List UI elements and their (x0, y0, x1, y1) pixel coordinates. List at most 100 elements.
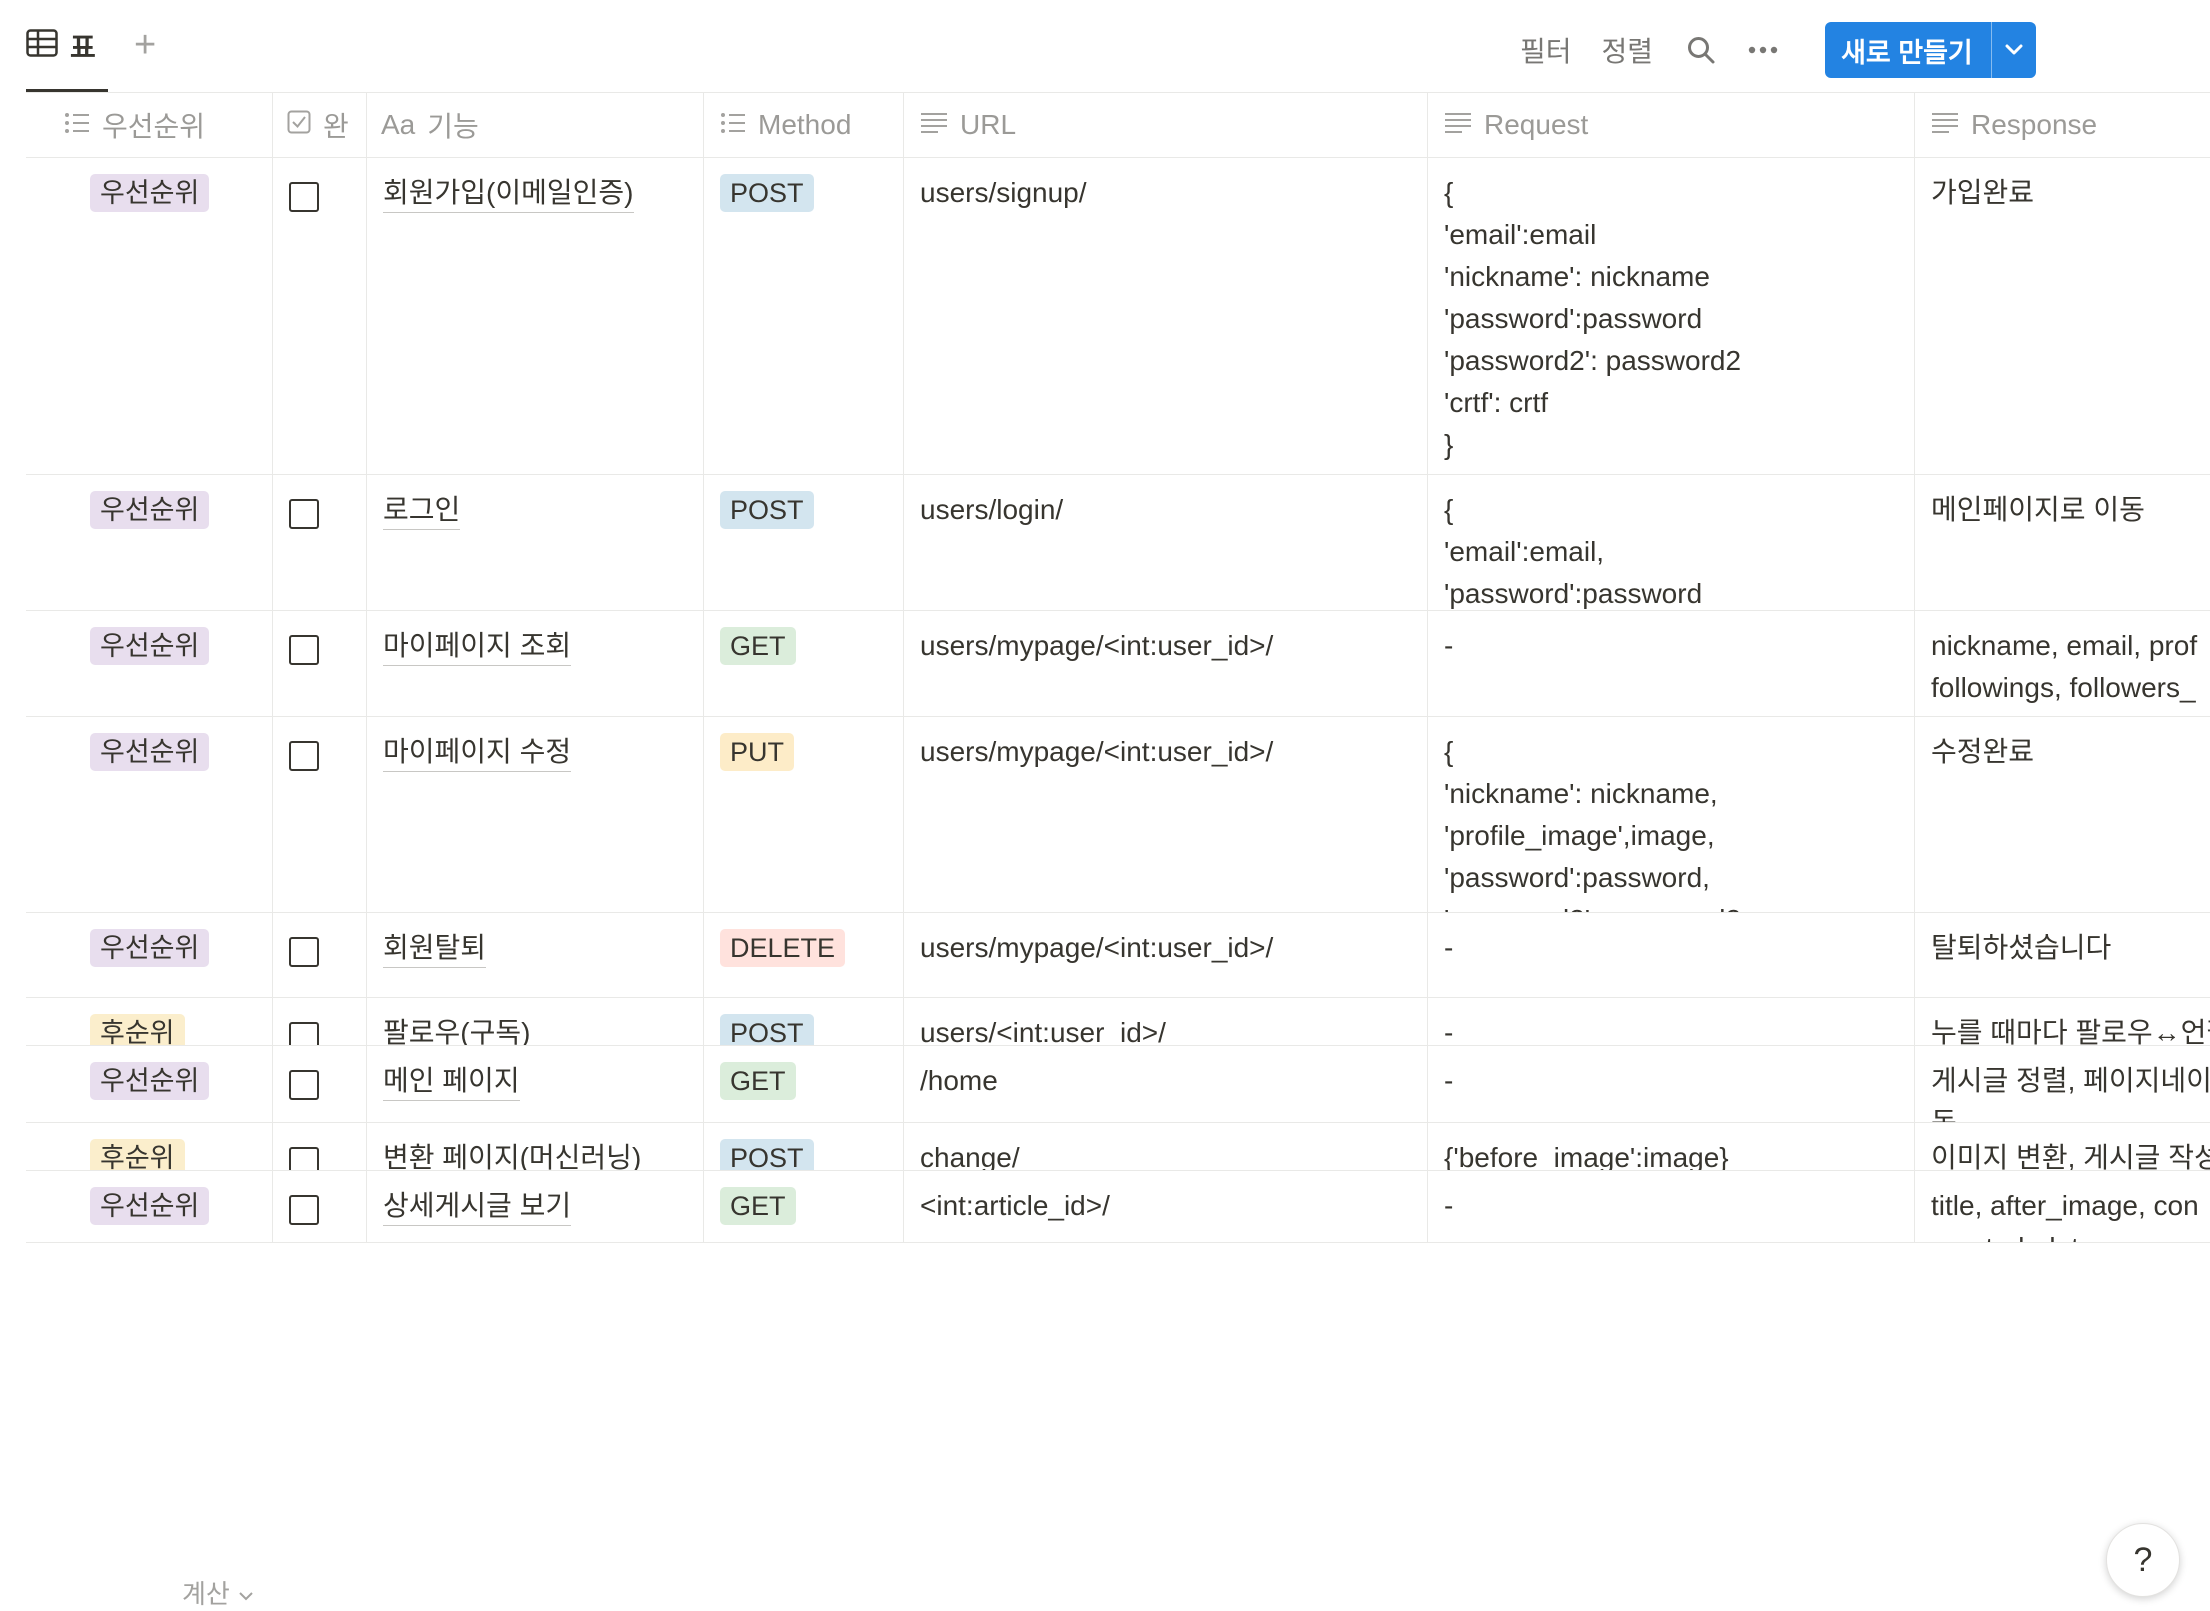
done-checkbox[interactable] (289, 182, 319, 212)
method-cell[interactable]: PUT (704, 717, 904, 912)
done-checkbox[interactable] (289, 1070, 319, 1100)
request-cell[interactable]: { 'nickname': nickname, 'profile_image',… (1428, 717, 1915, 912)
priority-cell[interactable]: 우선순위 (26, 717, 273, 912)
done-checkbox[interactable] (289, 1147, 319, 1170)
column-header-url[interactable]: URL (904, 93, 1428, 157)
new-button[interactable]: 새로 만들기 (1825, 22, 1991, 78)
table-row[interactable]: 우선순위 메인 페이지 GET/home-게시글 정렬, 페이지네이션 동 (26, 1046, 2210, 1123)
feature-cell[interactable]: 팔로우(구독) (367, 998, 704, 1045)
feature-title[interactable]: 변환 페이지(머신러닝) (383, 1139, 641, 1170)
feature-cell[interactable]: 로그인 (367, 475, 704, 610)
feature-title[interactable]: 회원탈퇴 (383, 929, 487, 968)
column-header-method[interactable]: Method (704, 93, 904, 157)
url-cell[interactable]: users/signup/ (904, 158, 1428, 474)
feature-title[interactable]: 메인 페이지 (383, 1062, 520, 1101)
done-checkbox[interactable] (289, 1195, 319, 1225)
method-cell[interactable]: POST (704, 158, 904, 474)
priority-cell[interactable]: 우선순위 (26, 913, 273, 997)
url-cell[interactable]: <int:article_id>/ (904, 1171, 1428, 1242)
method-cell[interactable]: GET (704, 611, 904, 716)
view-tab-table[interactable]: 표 (26, 0, 108, 92)
response-cell[interactable]: title, after_image, con created_date, co… (1915, 1171, 2210, 1242)
column-header-response[interactable]: Response (1915, 93, 2210, 157)
done-checkbox[interactable] (289, 635, 319, 665)
column-header-done[interactable]: 완 (273, 93, 367, 157)
feature-cell[interactable]: 마이페이지 수정 (367, 717, 704, 912)
priority-cell[interactable]: 우선순위 (26, 475, 273, 610)
response-cell[interactable]: 누를 때마다 팔로우↔언팔 (1915, 998, 2210, 1045)
done-checkbox[interactable] (289, 1022, 319, 1045)
url-cell[interactable]: users/mypage/<int:user_id>/ (904, 913, 1428, 997)
column-header-priority[interactable]: 우선순위 (26, 93, 273, 157)
feature-cell[interactable]: 상세게시글 보기 (367, 1171, 704, 1242)
calculate-button[interactable]: 계산 (182, 1574, 254, 1611)
priority-cell[interactable]: 우선순위 (26, 611, 273, 716)
search-icon[interactable] (1683, 32, 1719, 68)
column-label: 기능 (427, 111, 479, 142)
feature-cell[interactable]: 메인 페이지 (367, 1046, 704, 1122)
response-cell[interactable]: 이미지 변환, 게시글 작성 (1915, 1123, 2210, 1170)
priority-cell[interactable]: 후순위 (26, 998, 273, 1045)
table-row[interactable]: 우선순위 마이페이지 조회 GET users/mypage/<int:user_id… (26, 611, 2210, 717)
feature-title[interactable]: 마이페이지 수정 (383, 733, 572, 772)
url-cell[interactable]: users/login/ (904, 475, 1428, 610)
request-cell[interactable]: { 'email':email, 'password':password } (1428, 475, 1915, 610)
feature-title[interactable]: 상세게시글 보기 (383, 1187, 572, 1226)
response-cell[interactable]: 메인페이지로 이동 (1915, 475, 2210, 610)
done-checkbox[interactable] (289, 937, 319, 967)
feature-cell[interactable]: 마이페이지 조회 (367, 611, 704, 716)
table-row[interactable]: 우선순위 회원탈퇴 DELETE users/mypage/<int:user_id>… (26, 913, 2210, 998)
response-cell[interactable]: 수정완료 (1915, 717, 2210, 912)
table-row[interactable]: 후순위 팔로우(구독) POST users/<int:user_id>/- 누를 때마… (26, 998, 2210, 1046)
method-cell[interactable]: POST (704, 998, 904, 1045)
priority-cell[interactable]: 후순위 (26, 1123, 273, 1170)
response-cell[interactable]: nickname, email, prof followings, follow… (1915, 611, 2210, 716)
done-checkbox[interactable] (289, 499, 319, 529)
priority-cell[interactable]: 우선순위 (26, 158, 273, 474)
feature-title[interactable]: 로그인 (383, 491, 461, 530)
method-cell[interactable]: DELETE (704, 913, 904, 997)
table-row[interactable]: 후순위 변환 페이지(머신러닝) POST change/{'before_image… (26, 1123, 2210, 1171)
priority-cell[interactable]: 우선순위 (26, 1046, 273, 1122)
priority-cell[interactable]: 우선순위 (26, 1171, 273, 1242)
column-header-request[interactable]: Request (1428, 93, 1915, 157)
url-cell[interactable]: users/mypage/<int:user_id>/ (904, 717, 1428, 912)
request-cell[interactable]: - (1428, 1171, 1915, 1242)
chevron-down-icon[interactable] (1990, 22, 2036, 78)
request-cell[interactable]: - (1428, 998, 1915, 1045)
more-options-icon[interactable] (1745, 32, 1781, 68)
request-cell[interactable]: - (1428, 611, 1915, 716)
method-cell[interactable]: POST (704, 1123, 904, 1170)
feature-cell[interactable]: 회원가입(이메일인증) (367, 158, 704, 474)
column-header-feature[interactable]: Aa 기능 (367, 93, 704, 157)
table-row[interactable]: 우선순위 마이페이지 수정 PUT users/mypage/<int:user_id… (26, 717, 2210, 913)
request-cell[interactable]: - (1428, 1046, 1915, 1122)
request-cell[interactable]: {'before_image':image} (1428, 1123, 1915, 1170)
feature-title[interactable]: 회원가입(이메일인증) (383, 174, 634, 213)
feature-cell[interactable]: 변환 페이지(머신러닝) (367, 1123, 704, 1170)
checkbox-icon (287, 109, 311, 141)
table-row[interactable]: 우선순위 회원가입(이메일인증) POST users/signup/{ 'email… (26, 158, 2210, 475)
add-view-button[interactable]: + (134, 26, 156, 64)
request-cell[interactable]: { 'email':email 'nickname': nickname 'pa… (1428, 158, 1915, 474)
filter-button[interactable]: 필터 (1520, 30, 1572, 70)
done-checkbox[interactable] (289, 741, 319, 771)
url-cell[interactable]: /home (904, 1046, 1428, 1122)
feature-title[interactable]: 마이페이지 조회 (383, 627, 572, 666)
help-button[interactable]: ? (2106, 1523, 2180, 1597)
feature-cell[interactable]: 회원탈퇴 (367, 913, 704, 997)
method-cell[interactable]: POST (704, 475, 904, 610)
response-cell[interactable]: 탈퇴하셨습니다 (1915, 913, 2210, 997)
table-row[interactable]: 우선순위 로그인 POST users/login/{ 'email':email, … (26, 475, 2210, 611)
url-cell[interactable]: users/mypage/<int:user_id>/ (904, 611, 1428, 716)
feature-title[interactable]: 팔로우(구독) (383, 1014, 530, 1045)
response-cell[interactable]: 가입완료 (1915, 158, 2210, 474)
url-cell[interactable]: change/ (904, 1123, 1428, 1170)
method-cell[interactable]: GET (704, 1171, 904, 1242)
method-cell[interactable]: GET (704, 1046, 904, 1122)
request-cell[interactable]: - (1428, 913, 1915, 997)
table-row[interactable]: 우선순위 상세게시글 보기 GET <int:article_id>/- title, … (26, 1171, 2210, 1243)
response-cell[interactable]: 게시글 정렬, 페이지네이션 동 (1915, 1046, 2210, 1122)
sort-button[interactable]: 정렬 (1602, 30, 1654, 70)
url-cell[interactable]: users/<int:user_id>/ (904, 998, 1428, 1045)
